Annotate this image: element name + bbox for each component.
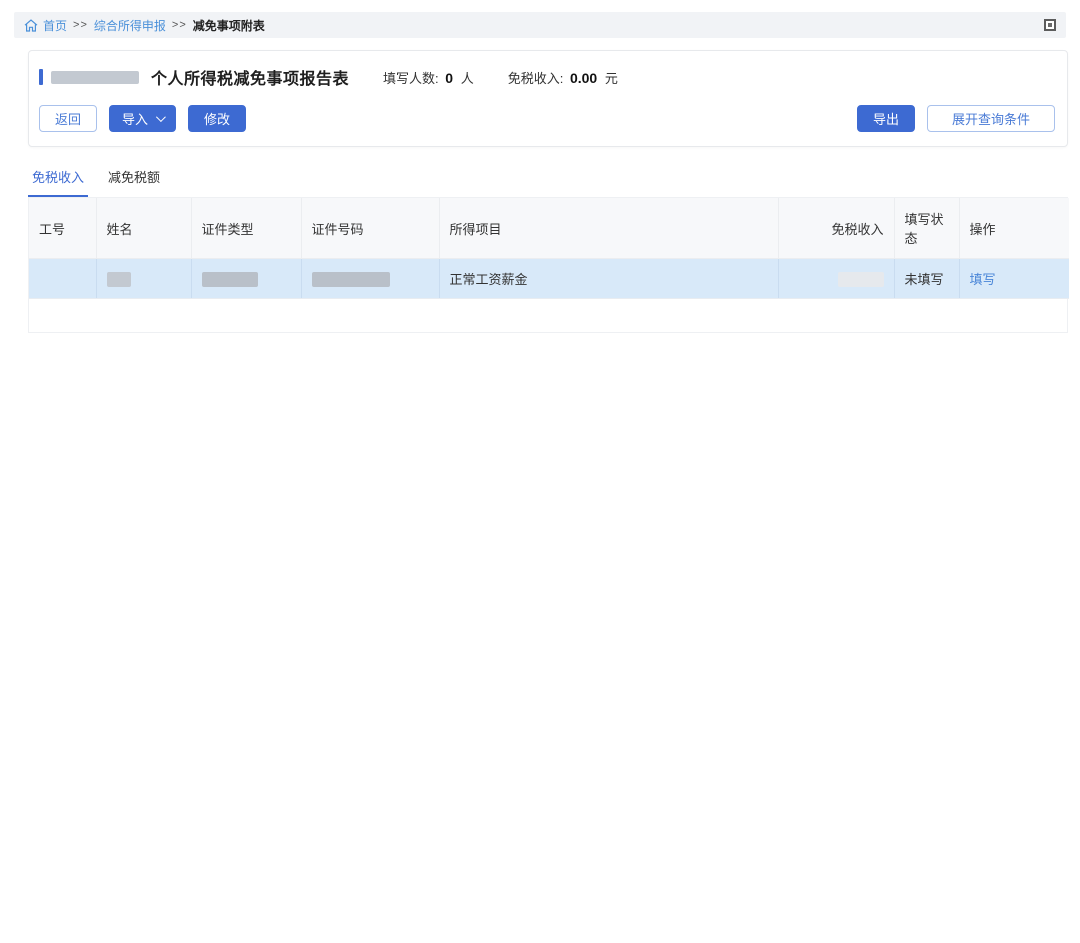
column-header-name: 姓名 <box>96 198 191 259</box>
import-button-label: 导入 <box>122 109 148 128</box>
fill-link[interactable]: 填写 <box>970 272 996 287</box>
redacted-id-number <box>312 272 390 287</box>
redacted-amount <box>838 272 884 287</box>
modify-button[interactable]: 修改 <box>188 105 246 132</box>
cell-job-no <box>29 259 96 299</box>
cell-fill-status: 未填写 <box>894 259 959 299</box>
column-header-fill-status: 填写状态 <box>894 198 959 259</box>
column-header-action: 操作 <box>959 198 1069 259</box>
redacted-title-prefix <box>51 71 139 84</box>
cell-name <box>96 259 191 299</box>
tax-free-income-label: 免税收入: <box>508 71 564 86</box>
breadcrumb: 首页 >> 综合所得申报 >> 减免事项附表 <box>14 12 1066 38</box>
column-header-id-number: 证件号码 <box>301 198 439 259</box>
breadcrumb-separator: >> <box>172 19 187 31</box>
report-header-card: 个人所得税减免事项报告表 填写人数: 0 人 免税收入: 0.00 元 返回 导… <box>28 50 1068 147</box>
fill-count-stat: 填写人数: 0 人 <box>383 68 474 87</box>
fill-count-unit: 人 <box>461 71 474 86</box>
tax-free-income-stat: 免税收入: 0.00 元 <box>508 68 618 87</box>
table-row: 正常工资薪金 未填写 填写 <box>29 259 1069 299</box>
tax-free-income-unit: 元 <box>605 71 618 86</box>
report-table-container: 工号 姓名 证件类型 证件号码 所得项目 免税收入 填写状态 操作 正常工资薪金… <box>28 197 1068 333</box>
redacted-id-type <box>202 272 258 287</box>
back-button[interactable]: 返回 <box>39 105 97 132</box>
page-title: 个人所得税减免事项报告表 <box>151 65 349 89</box>
cell-id-type <box>191 259 301 299</box>
chevron-down-icon <box>156 112 166 122</box>
cell-income-item: 正常工资薪金 <box>439 259 778 299</box>
tax-free-income-value: 0.00 <box>570 70 597 86</box>
title-accent-bar <box>39 69 43 85</box>
fill-count-value: 0 <box>445 70 453 86</box>
cell-tax-free-income <box>778 259 894 299</box>
toolbar: 返回 导入 修改 导出 展开查询条件 <box>39 105 1055 132</box>
fill-count-label: 填写人数: <box>383 71 439 86</box>
column-header-job-no: 工号 <box>29 198 96 259</box>
breadcrumb-item-comprehensive-income[interactable]: 综合所得申报 <box>94 17 166 34</box>
column-header-id-type: 证件类型 <box>191 198 301 259</box>
tab-bar: 免税收入 减免税额 <box>28 162 1080 197</box>
expand-query-button[interactable]: 展开查询条件 <box>927 105 1055 132</box>
home-icon[interactable] <box>24 19 38 32</box>
import-button[interactable]: 导入 <box>109 105 176 132</box>
tab-tax-reduction[interactable]: 减免税额 <box>104 162 164 197</box>
column-header-tax-free-income: 免税收入 <box>778 198 894 259</box>
breadcrumb-item-home[interactable]: 首页 <box>43 17 67 34</box>
tab-tax-free-income[interactable]: 免税收入 <box>28 162 88 197</box>
cell-action: 填写 <box>959 259 1069 299</box>
report-table: 工号 姓名 证件类型 证件号码 所得项目 免税收入 填写状态 操作 正常工资薪金… <box>29 198 1069 299</box>
redacted-name <box>107 272 131 287</box>
breadcrumb-item-current: 减免事项附表 <box>193 17 265 34</box>
cell-id-number <box>301 259 439 299</box>
column-header-income-item: 所得项目 <box>439 198 778 259</box>
export-button[interactable]: 导出 <box>857 105 915 132</box>
window-control-icon[interactable] <box>1044 19 1056 31</box>
title-row: 个人所得税减免事项报告表 填写人数: 0 人 免税收入: 0.00 元 <box>39 65 1055 89</box>
breadcrumb-separator: >> <box>73 19 88 31</box>
table-header-row: 工号 姓名 证件类型 证件号码 所得项目 免税收入 填写状态 操作 <box>29 198 1069 259</box>
